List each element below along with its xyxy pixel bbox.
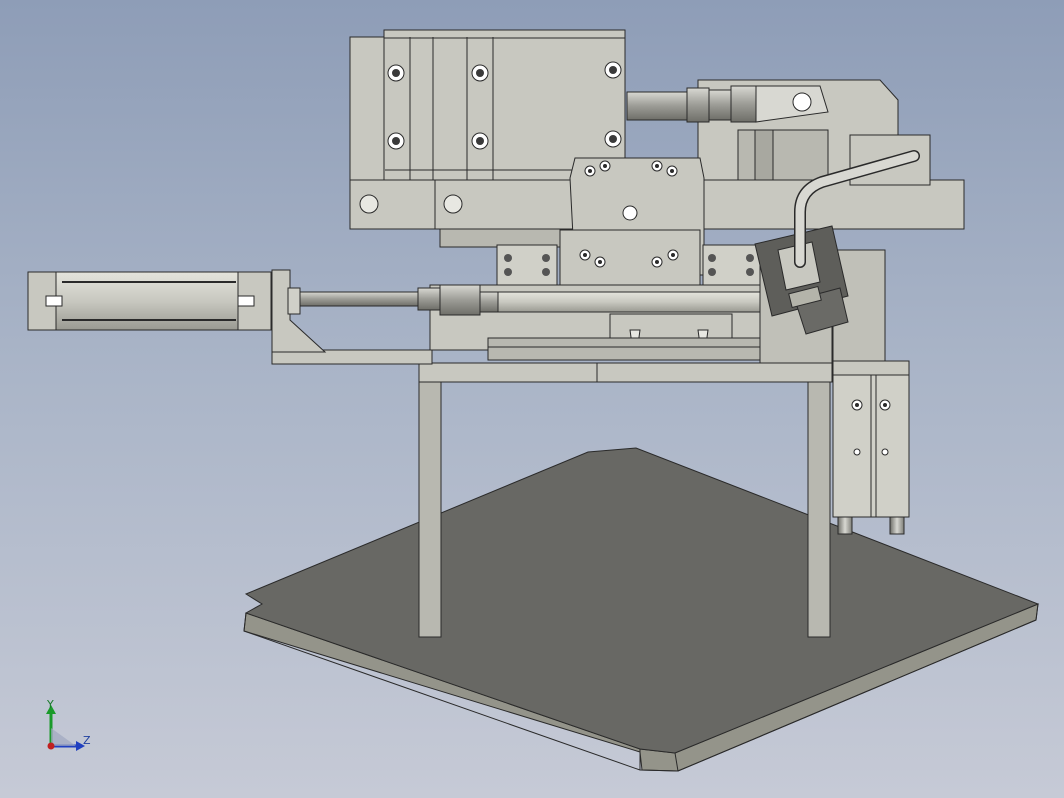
upper-piston-rod[interactable] (626, 85, 829, 123)
left-cylinder-mount[interactable] (271, 269, 433, 365)
base-plate[interactable] (243, 447, 1040, 772)
cad-viewport[interactable]: Y Z (0, 0, 1064, 798)
table-top-plate[interactable] (418, 362, 833, 383)
horizontal-pneumatic-cylinder[interactable] (27, 271, 499, 331)
z-axis-label: Z (83, 734, 91, 747)
triad-plane (51, 728, 76, 746)
x-axis-dot (47, 742, 55, 750)
cad-model-render[interactable] (0, 0, 1064, 798)
coordinate-triad: Y Z (38, 698, 108, 758)
y-axis-label: Y (47, 698, 54, 711)
